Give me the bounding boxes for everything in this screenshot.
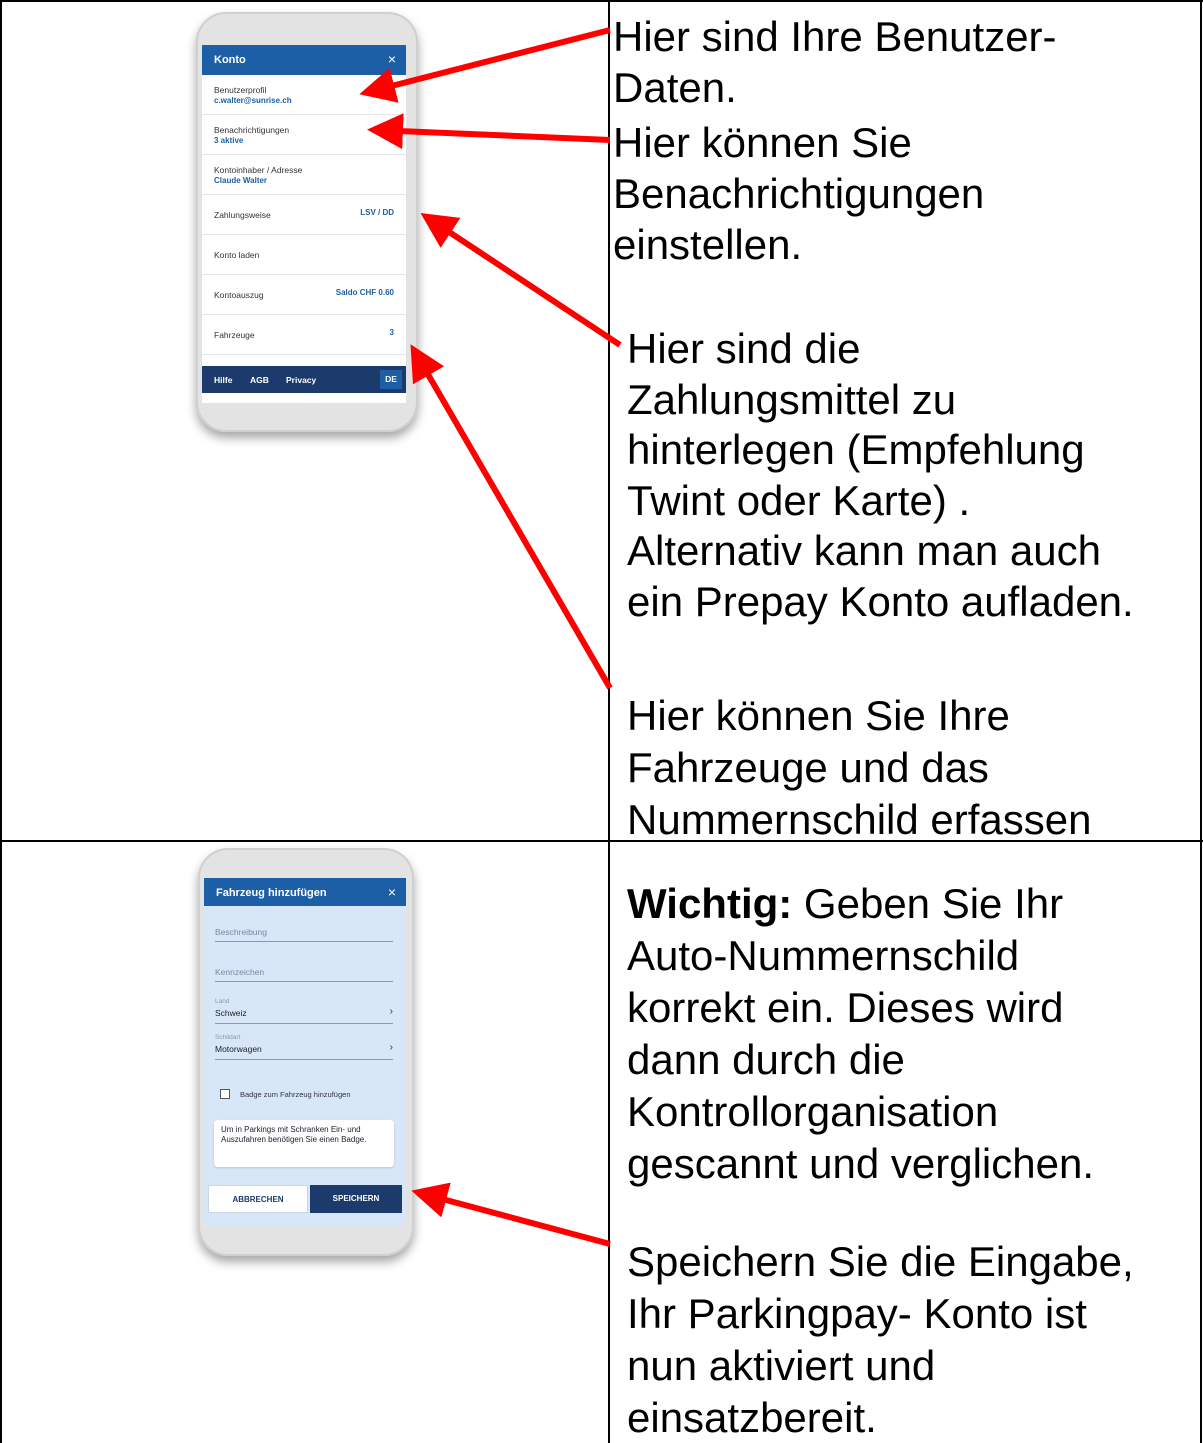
annotation-arrows bbox=[359, 27, 622, 1247]
arrow-to-profile bbox=[359, 27, 611, 103]
arrow-to-vehicles bbox=[410, 344, 613, 690]
arrow-to-save bbox=[411, 1182, 611, 1247]
arrow-to-payment bbox=[420, 213, 622, 348]
arrow-to-notifications bbox=[367, 113, 611, 150]
